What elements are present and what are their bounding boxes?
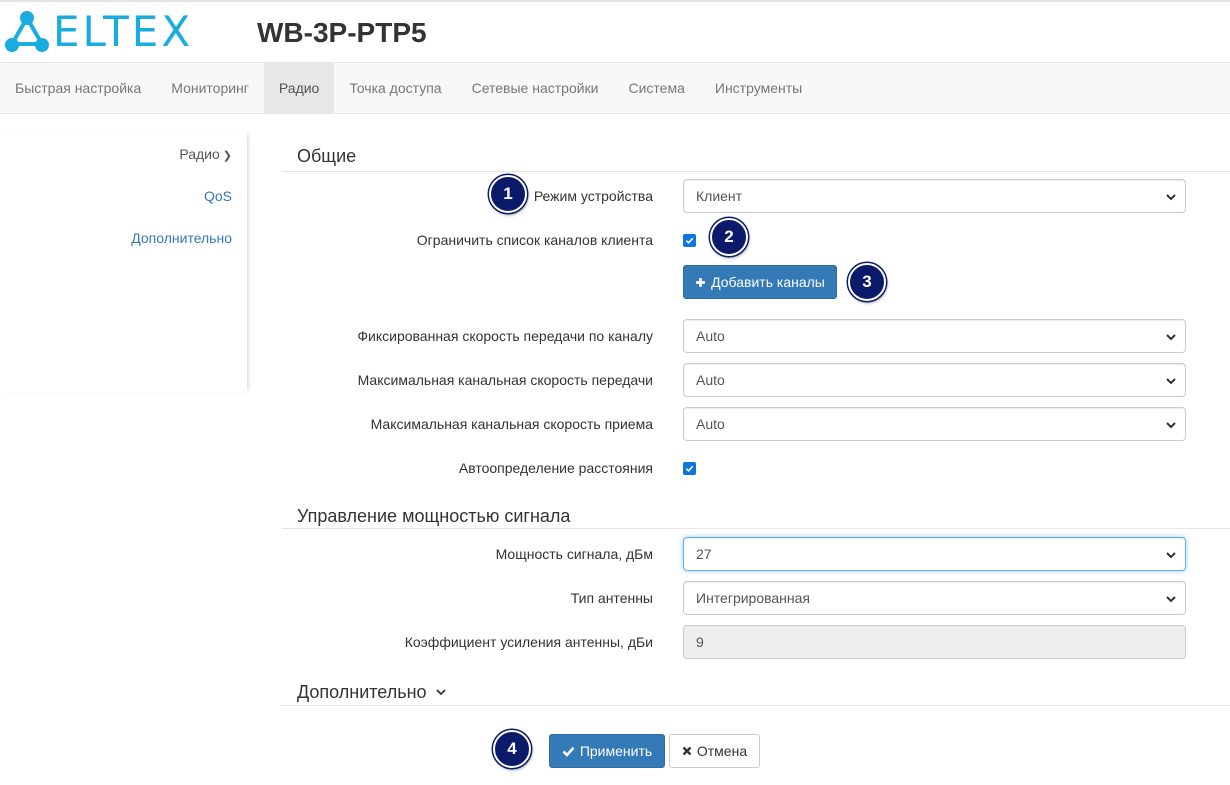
nav-item-network-settings[interactable]: Сетевые настройки [457,63,614,113]
auto-distance-label: Автоопределение расстояния [458,460,653,476]
checkmark-icon [685,237,694,245]
max-rx-rate-label: Максимальная канальная скорость приема [370,416,653,432]
max-rx-rate-value: Auto [696,416,725,432]
fixed-rate-select[interactable]: Auto [683,319,1186,353]
chevron-down-icon [1166,596,1176,603]
device-mode-select[interactable]: Клиент [683,179,1186,213]
device-title: WB-3P-PTP5 [257,17,427,48]
nav-item-access-point[interactable]: Точка доступа [334,63,456,113]
sidebar: Радио ❯ QoS Дополнительно [0,132,247,392]
sidebar-item-radio[interactable]: Радио ❯ [179,146,232,162]
sidebar-item-qos[interactable]: QoS [204,188,232,204]
section-divider [282,528,1230,529]
device-mode-value: Клиент [696,188,743,204]
chevron-down-icon [1166,552,1176,559]
main-navbar: Быстрая настройка Мониторинг Радио Точка… [0,62,1230,114]
antenna-gain-field: 9 [683,625,1186,659]
signal-power-label: Мощность сигнала, дБм [495,546,653,562]
close-icon [682,746,692,756]
nav-list: Быстрая настройка Мониторинг Радио Точка… [0,63,1230,113]
nav-item-monitoring[interactable]: Мониторинг [156,63,264,113]
max-tx-rate-value: Auto [696,372,725,388]
antenna-type-select[interactable]: Интегрированная [683,581,1186,615]
max-tx-rate-select[interactable]: Auto [683,363,1186,397]
limit-channels-label: Ограничить список каналов клиента [416,232,653,248]
check-icon [562,746,575,757]
section-title-general: Общие [297,146,357,166]
top-border [0,0,1230,2]
section-divider [282,705,1230,706]
apply-label: Применить [579,743,653,759]
chevron-right-icon: ❯ [222,150,232,162]
section-title-additional: Дополнительно [297,682,427,702]
section-divider [282,171,1230,172]
nav-item-tools[interactable]: Инструменты [700,63,817,113]
annotation-badge-4: 4 [493,730,531,768]
add-channels-label: Добавить каналы [711,274,825,290]
device-mode-label: Режим устройства [533,188,653,204]
fixed-rate-label: Фиксированная скорость передачи по канал… [357,328,653,344]
auto-distance-checkbox[interactable] [683,462,696,475]
brand-logo: ELTEX [5,10,193,54]
logo-text: ELTEX [53,7,194,56]
eltex-network-icon [5,11,49,52]
plus-icon [695,277,706,288]
cancel-button[interactable]: Отмена [669,734,760,768]
add-channels-button[interactable]: Добавить каналы [683,265,837,299]
chevron-down-icon [1166,194,1176,201]
nav-item-radio[interactable]: Радио [263,63,335,113]
sidebar-item-label: Радио [179,146,220,162]
cancel-label: Отмена [696,743,748,759]
apply-button[interactable]: Применить [549,734,665,768]
signal-power-select[interactable]: 27 [683,537,1186,571]
nav-item-quick-setup[interactable]: Быстрая настройка [0,63,156,113]
sidebar-item-additional[interactable]: Дополнительно [131,230,232,246]
antenna-type-label: Тип антенны [570,590,653,606]
section-title-power: Управление мощностью сигнала [297,506,571,526]
chevron-down-icon [435,689,446,696]
annotation-badge-1: 1 [489,175,527,213]
max-tx-rate-label: Максимальная канальная скорость передачи [357,372,653,388]
chevron-down-icon [1166,334,1176,341]
chevron-down-icon [1166,422,1176,429]
nav-item-system[interactable]: Система [614,63,700,113]
section-toggle-additional[interactable]: Дополнительно [297,681,447,703]
signal-power-value: 27 [696,546,712,562]
antenna-gain-value: 9 [696,634,704,650]
fixed-rate-value: Auto [696,328,725,344]
antenna-type-value: Интегрированная [696,590,811,606]
annotation-badge-2: 2 [710,218,748,256]
checkmark-icon [685,465,694,473]
limit-channels-checkbox[interactable] [683,234,696,247]
annotation-badge-3: 3 [848,263,886,301]
max-rx-rate-select[interactable]: Auto [683,407,1186,441]
antenna-gain-label: Коэффициент усиления антенны, дБи [404,634,653,650]
chevron-down-icon [1166,378,1176,385]
